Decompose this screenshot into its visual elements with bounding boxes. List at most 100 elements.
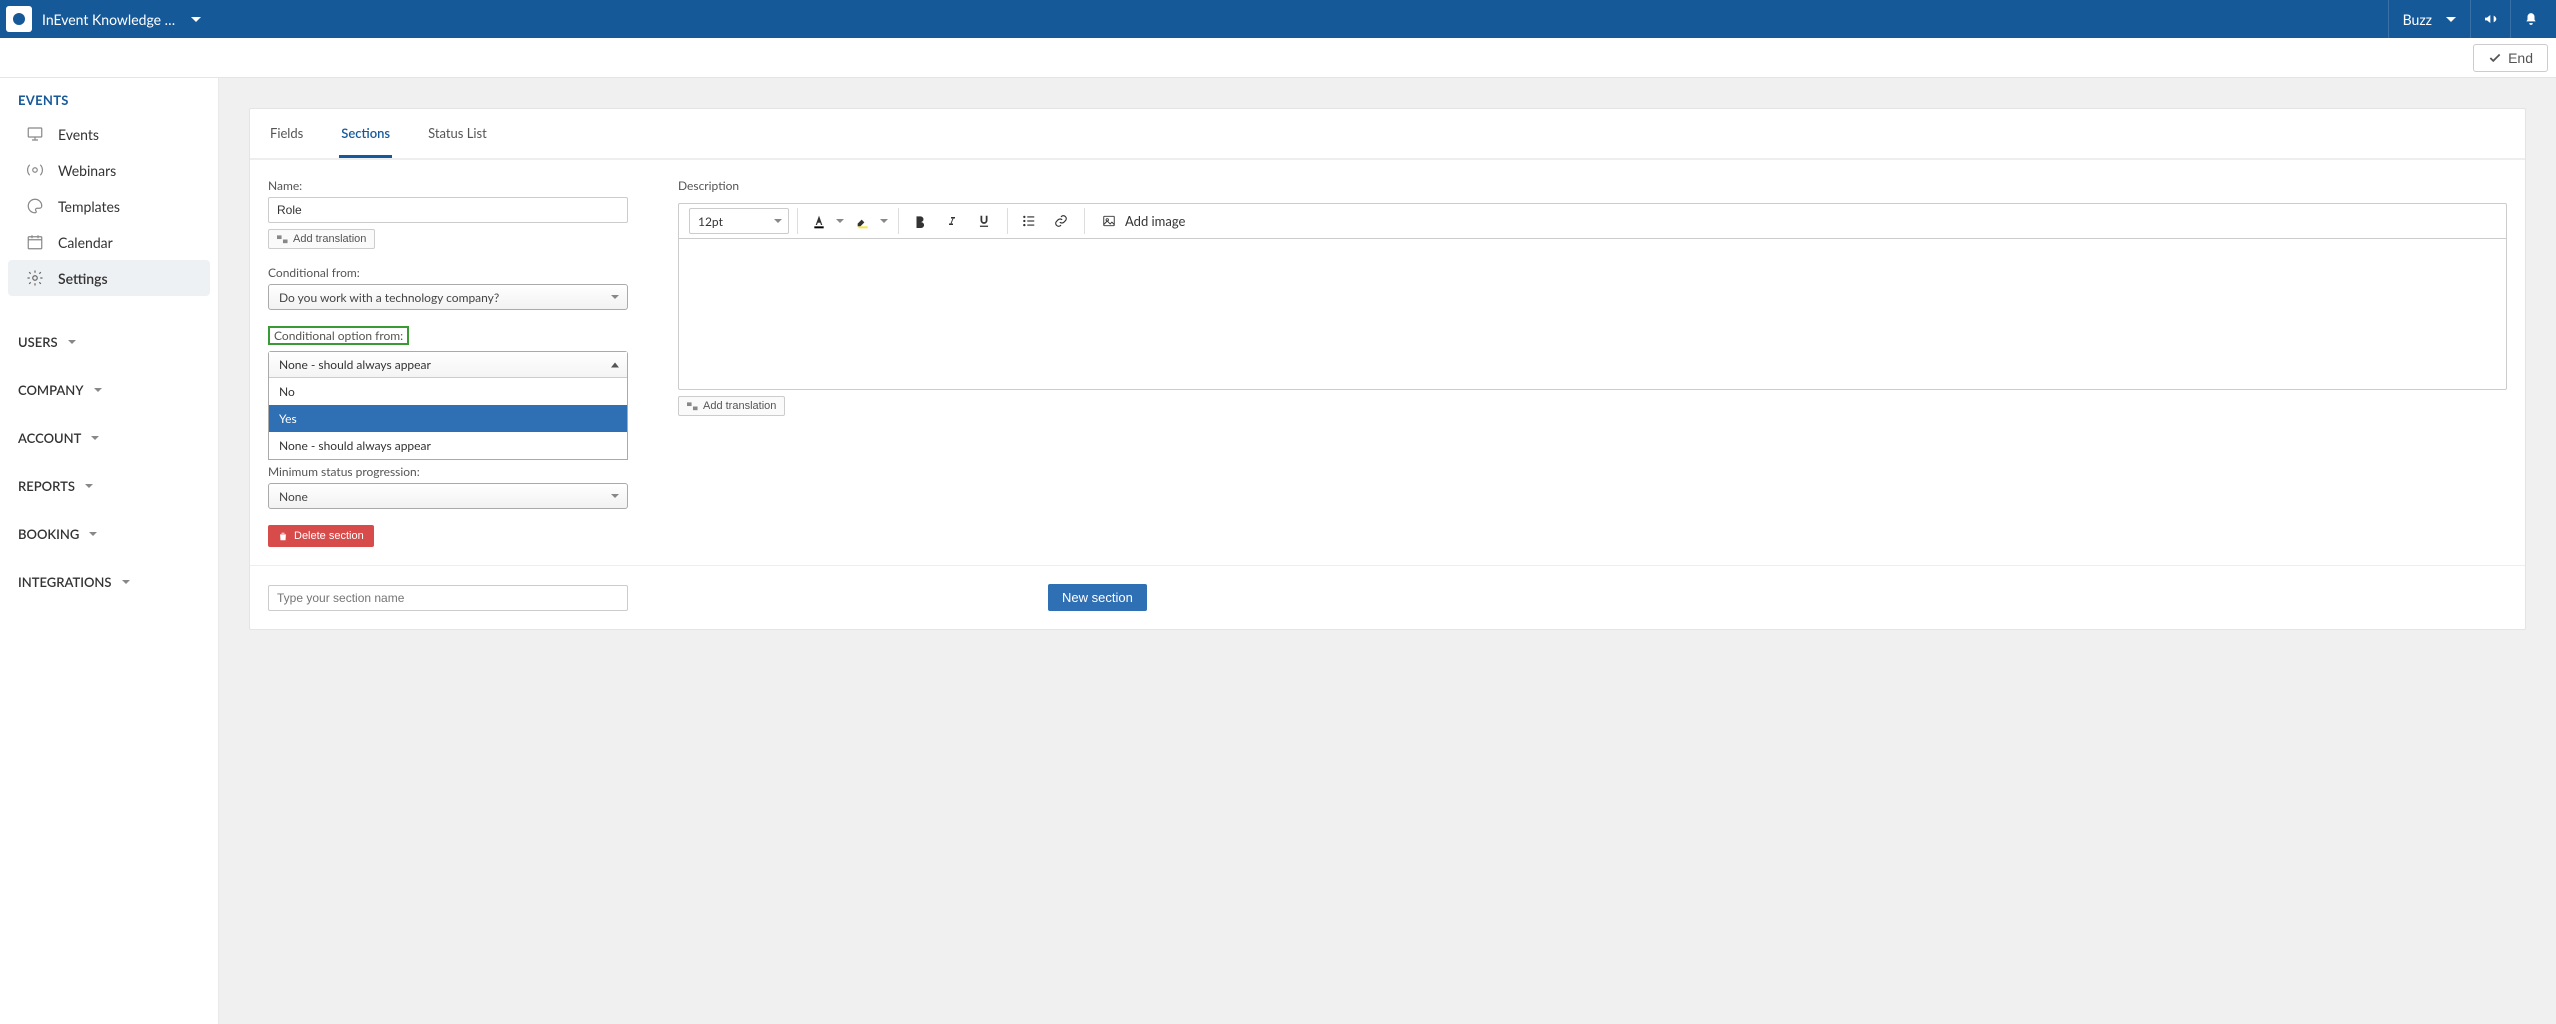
conditional-from-value: Do you work with a technology company? (279, 290, 499, 305)
monitor-icon (26, 125, 44, 143)
tab-sections[interactable]: Sections (339, 109, 392, 158)
list-icon (1021, 214, 1037, 228)
image-icon (1101, 214, 1117, 228)
add-image-button[interactable]: Add image (1091, 208, 1195, 234)
app-title: InEvent Knowledge … (42, 11, 175, 28)
end-label: End (2508, 50, 2533, 66)
add-translation-button[interactable]: Add translation (268, 229, 375, 249)
sidebar-group-integrations[interactable]: INTEGRATIONS (0, 558, 218, 606)
text-color-button[interactable] (804, 208, 846, 234)
add-image-label: Add image (1125, 213, 1185, 229)
chevron-down-icon (611, 494, 619, 498)
translation-icon (277, 235, 288, 244)
highlight-color-button[interactable] (848, 208, 890, 234)
text-color-icon (811, 213, 827, 229)
conditional-option-select[interactable]: None - should always appear No Yes None … (268, 351, 628, 460)
option-no[interactable]: No (269, 378, 627, 405)
sidebar-heading-events: EVENTS (0, 78, 218, 116)
font-size-select[interactable]: 12pt (689, 208, 789, 234)
sidebar-group-users[interactable]: USERS (0, 318, 218, 366)
sidebar-item-label: Templates (58, 198, 120, 215)
name-input[interactable] (268, 197, 628, 223)
sidebar-group-label: BOOKING (18, 526, 79, 542)
underline-button[interactable] (969, 208, 999, 234)
conditional-from-select[interactable]: Do you work with a technology company? (268, 284, 628, 310)
link-icon (1053, 214, 1069, 228)
sidebar-item-label: Settings (58, 270, 108, 287)
palette-icon (26, 197, 44, 215)
chevron-up-icon (611, 362, 619, 367)
bullet-list-button[interactable] (1014, 208, 1044, 234)
bell-icon (2524, 11, 2538, 27)
chevron-down-icon (122, 580, 130, 584)
description-label: Description (678, 178, 2507, 193)
chevron-down-icon (611, 295, 619, 299)
sidebar-group-label: REPORTS (18, 478, 75, 494)
link-button[interactable] (1046, 208, 1076, 234)
add-translation-label: Add translation (703, 400, 776, 412)
new-section-button[interactable]: New section (1048, 584, 1147, 611)
add-translation-label: Add translation (293, 233, 366, 245)
conditional-option-from-label: Conditional option from: (268, 326, 409, 345)
user-name: Buzz (2403, 11, 2432, 28)
sidebar-item-label: Events (58, 126, 99, 143)
announcements-button[interactable] (2470, 0, 2510, 38)
sidebar-group-booking[interactable]: BOOKING (0, 510, 218, 558)
tab-status-list[interactable]: Status List (426, 109, 489, 158)
sidebar-item-label: Calendar (58, 234, 113, 251)
italic-button[interactable] (937, 208, 967, 234)
delete-section-button[interactable]: Delete section (268, 525, 374, 547)
sidebar-item-settings[interactable]: Settings (8, 260, 210, 296)
conditional-option-current[interactable]: None - should always appear (269, 352, 627, 378)
option-yes[interactable]: Yes (269, 405, 627, 432)
sidebar-group-reports[interactable]: REPORTS (0, 462, 218, 510)
conditional-option-current-value: None - should always appear (279, 357, 431, 372)
chevron-down-icon (85, 484, 93, 488)
min-status-select[interactable]: None (268, 483, 628, 509)
notifications-button[interactable] (2510, 0, 2550, 38)
broadcast-icon (26, 161, 44, 179)
bullhorn-icon (2483, 11, 2499, 27)
tab-fields[interactable]: Fields (268, 109, 305, 158)
gear-icon (26, 269, 44, 287)
highlight-icon (855, 213, 871, 229)
end-button[interactable]: End (2473, 44, 2548, 72)
app-switcher-caret[interactable] (191, 17, 201, 22)
calendar-icon (26, 233, 44, 251)
min-status-value: None (279, 489, 308, 504)
chevron-down-icon (89, 532, 97, 536)
chevron-down-icon (68, 340, 76, 344)
chevron-down-icon (774, 219, 782, 223)
bold-button[interactable] (905, 208, 935, 234)
translation-icon (687, 402, 698, 411)
sidebar-group-account[interactable]: ACCOUNT (0, 414, 218, 462)
chevron-down-icon (880, 219, 888, 223)
italic-icon (946, 214, 958, 228)
user-menu[interactable]: Buzz (2388, 0, 2470, 38)
app-logo (6, 6, 32, 32)
chevron-down-icon (836, 219, 844, 223)
delete-section-label: Delete section (294, 530, 364, 542)
min-status-label: Minimum status progression: (268, 464, 628, 479)
description-textarea[interactable] (679, 239, 2506, 389)
sidebar-item-calendar[interactable]: Calendar (8, 224, 210, 260)
sidebar-group-company[interactable]: COMPANY (0, 366, 218, 414)
sidebar-item-webinars[interactable]: Webinars (8, 152, 210, 188)
sidebar-item-events[interactable]: Events (8, 116, 210, 152)
sidebar-group-label: COMPANY (18, 382, 84, 398)
option-none[interactable]: None - should always appear (269, 432, 627, 459)
font-size-value: 12pt (698, 214, 723, 229)
trash-icon (278, 531, 288, 542)
sidebar-item-templates[interactable]: Templates (8, 188, 210, 224)
bold-icon (913, 214, 927, 228)
conditional-from-label: Conditional from: (268, 265, 628, 280)
chevron-down-icon (94, 388, 102, 392)
description-editor: 12pt (678, 203, 2507, 390)
check-icon (2488, 51, 2502, 65)
new-section-name-input[interactable] (268, 585, 628, 611)
sidebar-group-label: INTEGRATIONS (18, 574, 112, 590)
sidebar-item-label: Webinars (58, 162, 116, 179)
add-translation-button-desc[interactable]: Add translation (678, 396, 785, 416)
name-label: Name: (268, 178, 628, 193)
underline-icon (977, 214, 991, 228)
